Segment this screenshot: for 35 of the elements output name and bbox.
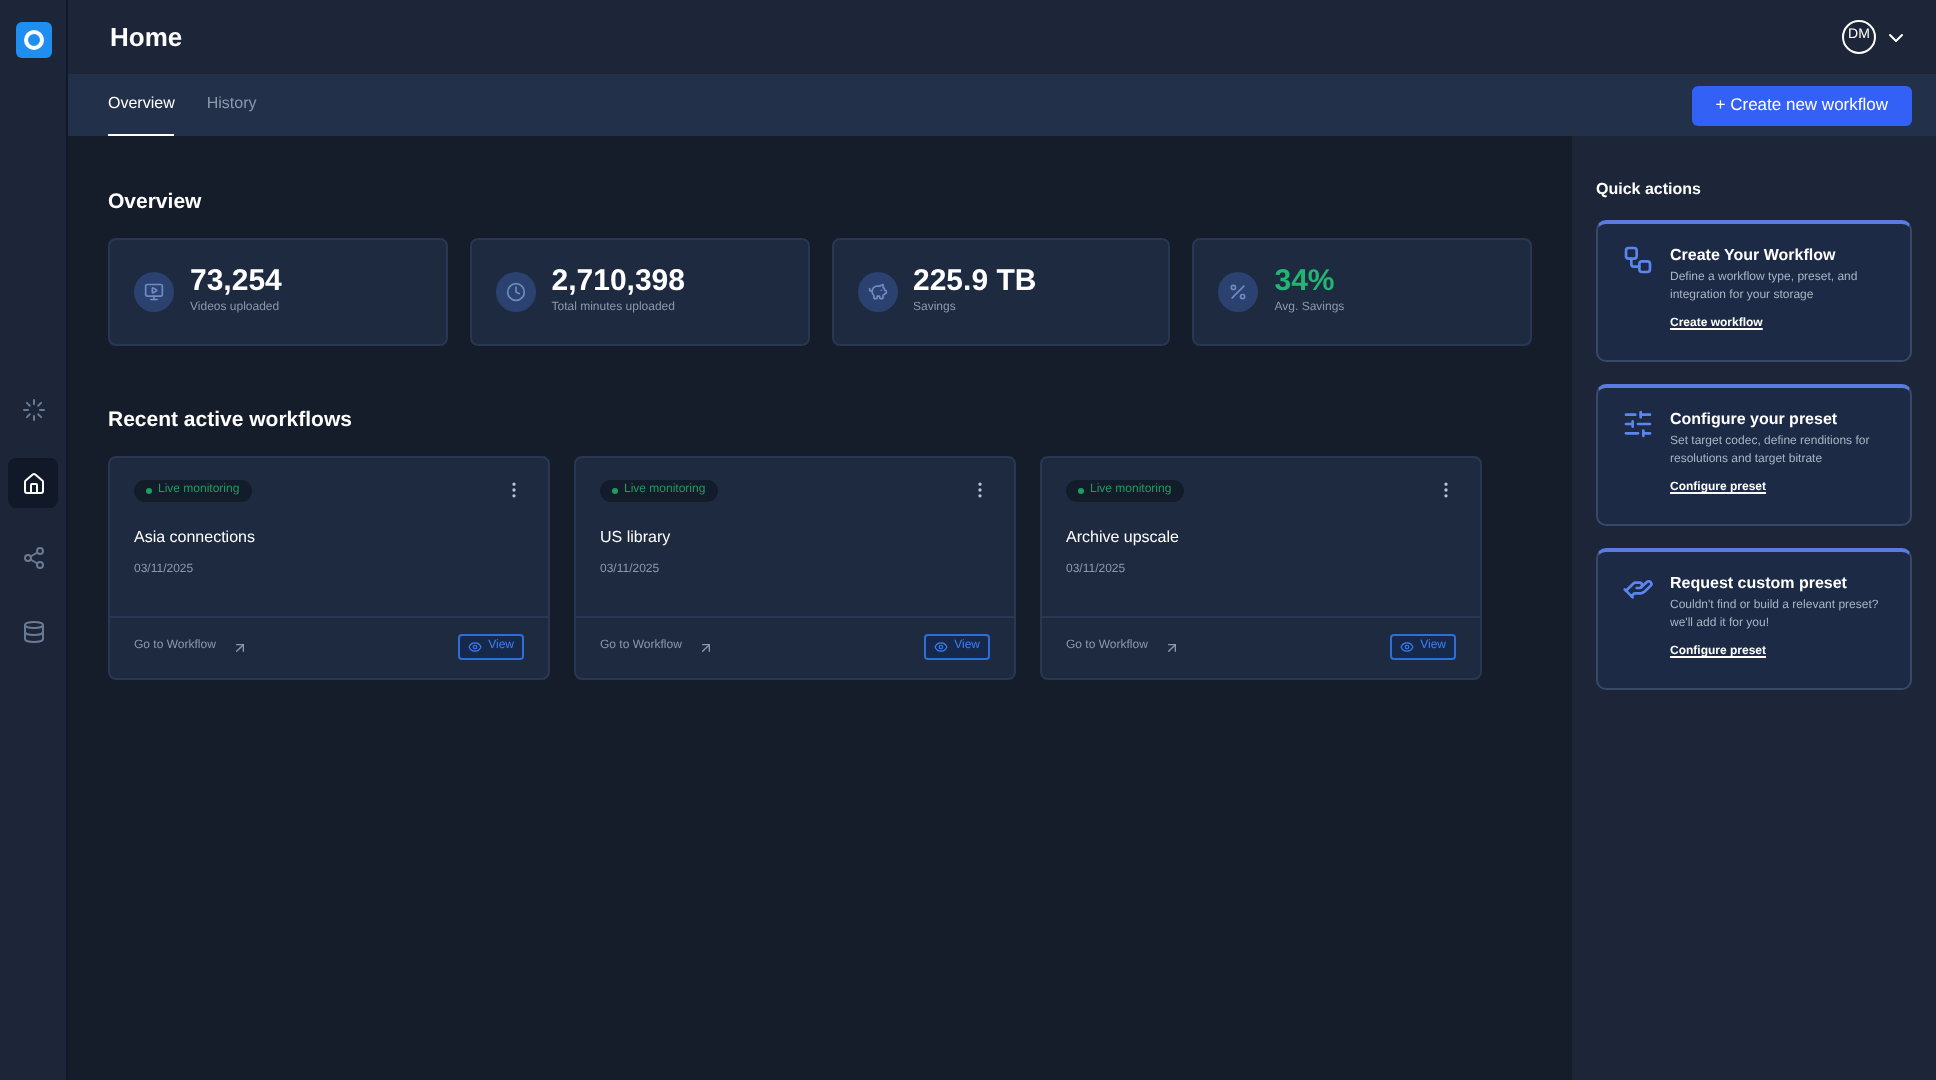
- section-title: Overview: [108, 188, 204, 218]
- database-icon: [21, 619, 45, 643]
- stat-value: 225.9 TB: [913, 264, 1037, 301]
- stat-value: 2,710,398: [551, 264, 685, 301]
- workflow-name: Asia connections: [134, 525, 257, 549]
- arrow-up-right-icon: [697, 639, 714, 655]
- piggy-bank-icon: [857, 271, 897, 312]
- workflow-icon: [1622, 244, 1654, 276]
- panel-title: Quick actions: [1596, 178, 1703, 202]
- action-title: Create Your Workflow: [1670, 244, 1838, 266]
- monitor-icon: [134, 271, 174, 312]
- loader-icon: [21, 397, 45, 421]
- eye-icon: [1400, 640, 1415, 654]
- eye-icon: [468, 640, 483, 654]
- workflow-name: Archive upscale: [1066, 525, 1181, 549]
- workflow-name: US library: [600, 525, 673, 549]
- section-title: Recent active workflows: [108, 405, 354, 436]
- percent-icon: [1218, 271, 1259, 312]
- page-title: Home: [110, 19, 183, 56]
- tab[interactable]: Overview: [108, 74, 175, 136]
- arrow-up-right-icon: [1163, 639, 1180, 655]
- stat-value: 73,254: [190, 264, 282, 301]
- clock-icon: [495, 271, 536, 312]
- sliders-icon: [1622, 408, 1654, 440]
- action-title: Configure your preset: [1670, 408, 1840, 430]
- nav-item[interactable]: [8, 458, 58, 508]
- eye-icon: [934, 640, 949, 654]
- share-icon: [21, 545, 45, 569]
- stat-value: 34%: [1274, 264, 1337, 301]
- tab[interactable]: History: [206, 74, 257, 136]
- create-workflow-button[interactable]: + Create new workflow: [1691, 85, 1912, 125]
- action-title: Request custom preset: [1670, 572, 1849, 594]
- app-logo[interactable]: [15, 22, 51, 58]
- arrow-up-right-icon: [231, 639, 248, 655]
- home-icon: [21, 471, 45, 495]
